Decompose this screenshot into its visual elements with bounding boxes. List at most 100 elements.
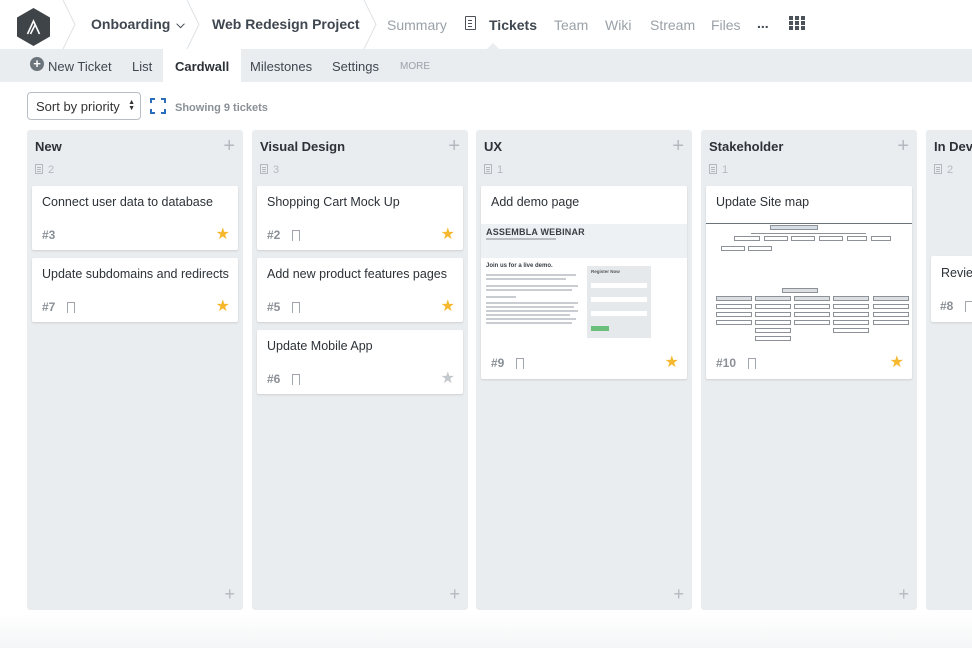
star-icon[interactable]: ★ bbox=[665, 355, 679, 371]
count-value: 3 bbox=[273, 164, 280, 176]
bookmark-icon[interactable] bbox=[292, 230, 300, 242]
form-field bbox=[591, 297, 647, 302]
column-visual-design: Visual Design + 3 Shopping Cart Mock Up … bbox=[252, 130, 468, 610]
sitemap-node bbox=[794, 320, 830, 325]
sitemap-connector bbox=[751, 233, 866, 234]
star-icon[interactable]: ★ bbox=[216, 227, 230, 243]
subnav-settings[interactable]: Settings bbox=[332, 59, 379, 74]
assembla-logo-icon[interactable] bbox=[16, 8, 51, 46]
ticket-number[interactable]: #8 bbox=[940, 299, 953, 313]
sort-select[interactable]: Sort by priority ▲ ▼ bbox=[27, 92, 141, 120]
ticket-card[interactable]: Update subdomains and redirects #7 ★ bbox=[32, 258, 238, 322]
ticket-title[interactable]: Review bbox=[941, 266, 972, 280]
bookmark-icon[interactable] bbox=[67, 302, 75, 314]
add-ticket-icon[interactable]: + bbox=[897, 135, 909, 158]
ticket-title[interactable]: Shopping Cart Mock Up bbox=[267, 195, 400, 209]
add-ticket-icon[interactable]: + bbox=[223, 135, 235, 158]
nav-stream[interactable]: Stream bbox=[650, 17, 695, 33]
bookmark-icon[interactable] bbox=[965, 301, 972, 313]
column-new: New + 2 Connect user data to database #3… bbox=[27, 130, 243, 610]
add-ticket-bottom-icon[interactable]: + bbox=[898, 584, 909, 605]
ticket-number[interactable]: #6 bbox=[267, 372, 280, 386]
nav-more-button[interactable]: ... bbox=[757, 15, 769, 31]
sitemap-node bbox=[764, 236, 788, 241]
sitemap-node bbox=[873, 296, 909, 301]
breadcrumb-project[interactable]: Web Redesign Project bbox=[212, 16, 360, 32]
column-title: Stakeholder bbox=[709, 139, 784, 154]
add-ticket-icon[interactable]: + bbox=[672, 135, 684, 158]
subnav-list[interactable]: List bbox=[132, 59, 152, 74]
ticket-title[interactable]: Add new product features pages bbox=[267, 267, 447, 281]
ticket-card[interactable]: Add demo page ASSEMBLA WEBINAR Join us f… bbox=[481, 186, 687, 379]
ticket-card[interactable]: Update Site map #10 ★ bbox=[706, 186, 912, 379]
webinar-join-heading: Join us for a live demo. bbox=[486, 263, 553, 269]
tickets-subnav: New Ticket List Cardwall Milestones Sett… bbox=[0, 49, 972, 82]
star-icon[interactable]: ★ bbox=[441, 299, 455, 315]
ticket-card[interactable]: Shopping Cart Mock Up #2 ★ bbox=[257, 186, 463, 250]
sitemap-thumbnail[interactable] bbox=[706, 223, 912, 343]
form-field bbox=[591, 311, 647, 316]
ticket-card[interactable]: Add new product features pages #5 ★ bbox=[257, 258, 463, 322]
column-count: 1 bbox=[484, 164, 503, 176]
sitemap-node bbox=[716, 304, 752, 309]
text-line bbox=[486, 302, 578, 304]
ticket-number[interactable]: #7 bbox=[42, 300, 55, 314]
plus-circle-icon[interactable]: + bbox=[30, 57, 44, 71]
sitemap-node bbox=[833, 328, 869, 333]
sitemap-node bbox=[873, 312, 909, 317]
subnav-cardwall[interactable]: Cardwall bbox=[163, 49, 242, 82]
new-ticket-button[interactable]: New Ticket bbox=[48, 59, 112, 74]
ticket-card[interactable]: Update Mobile App #6 ★ bbox=[257, 330, 463, 394]
sitemap-node bbox=[833, 304, 869, 309]
fullscreen-icon[interactable] bbox=[150, 98, 166, 114]
document-icon bbox=[465, 16, 476, 30]
subnav-milestones[interactable]: Milestones bbox=[250, 59, 312, 74]
ticket-title[interactable]: Update Mobile App bbox=[267, 339, 373, 353]
select-arrows-icon: ▲ ▼ bbox=[128, 99, 135, 112]
ticket-title[interactable]: Update Site map bbox=[716, 195, 809, 209]
add-ticket-bottom-icon[interactable]: + bbox=[673, 584, 684, 605]
sitemap-node bbox=[734, 236, 760, 241]
nav-summary[interactable]: Summary bbox=[387, 17, 447, 33]
star-icon[interactable]: ★ bbox=[441, 371, 455, 387]
breadcrumb-onboarding[interactable]: Onboarding ⌵ bbox=[91, 16, 185, 32]
subnav-more[interactable]: MORE bbox=[400, 61, 430, 72]
bookmark-icon[interactable] bbox=[292, 302, 300, 314]
add-ticket-icon[interactable]: + bbox=[448, 135, 460, 158]
nav-team[interactable]: Team bbox=[554, 17, 588, 33]
apps-grid-icon[interactable] bbox=[789, 16, 805, 30]
bookmark-icon[interactable] bbox=[292, 374, 300, 386]
page-footer-shade bbox=[0, 614, 972, 648]
ticket-card[interactable]: Connect user data to database #3 ★ bbox=[32, 186, 238, 250]
bookmark-icon[interactable] bbox=[748, 358, 756, 370]
breadcrumb-separator bbox=[363, 0, 377, 49]
count-value: 2 bbox=[48, 164, 55, 176]
webinar-thumbnail[interactable]: ASSEMBLA WEBINAR Join us for a live demo… bbox=[481, 224, 687, 342]
ticket-title[interactable]: Add demo page bbox=[491, 195, 579, 209]
star-icon[interactable]: ★ bbox=[216, 299, 230, 315]
star-icon[interactable]: ★ bbox=[890, 355, 904, 371]
ticket-number[interactable]: #3 bbox=[42, 228, 55, 242]
nav-wiki[interactable]: Wiki bbox=[605, 17, 631, 33]
text-line bbox=[486, 278, 566, 280]
add-ticket-bottom-icon[interactable]: + bbox=[449, 584, 460, 605]
sitemap-node bbox=[755, 336, 791, 341]
ticket-number[interactable]: #9 bbox=[491, 356, 504, 370]
ticket-card[interactable]: Review #8 bbox=[931, 256, 972, 322]
text-line bbox=[486, 289, 572, 291]
nav-files[interactable]: Files bbox=[711, 17, 741, 33]
ticket-title[interactable]: Update subdomains and redirects bbox=[42, 267, 229, 281]
column-title: In Dev bbox=[934, 139, 972, 154]
text-line bbox=[486, 274, 576, 276]
ticket-title[interactable]: Connect user data to database bbox=[42, 195, 213, 209]
ticket-number[interactable]: #2 bbox=[267, 228, 280, 242]
bookmark-icon[interactable] bbox=[516, 358, 524, 370]
ticket-number[interactable]: #5 bbox=[267, 300, 280, 314]
document-icon bbox=[35, 164, 43, 174]
column-count: 2 bbox=[934, 164, 953, 176]
text-line bbox=[486, 322, 572, 324]
nav-tickets[interactable]: Tickets bbox=[489, 17, 537, 33]
ticket-number[interactable]: #10 bbox=[716, 356, 736, 370]
add-ticket-bottom-icon[interactable]: + bbox=[224, 584, 235, 605]
star-icon[interactable]: ★ bbox=[441, 227, 455, 243]
